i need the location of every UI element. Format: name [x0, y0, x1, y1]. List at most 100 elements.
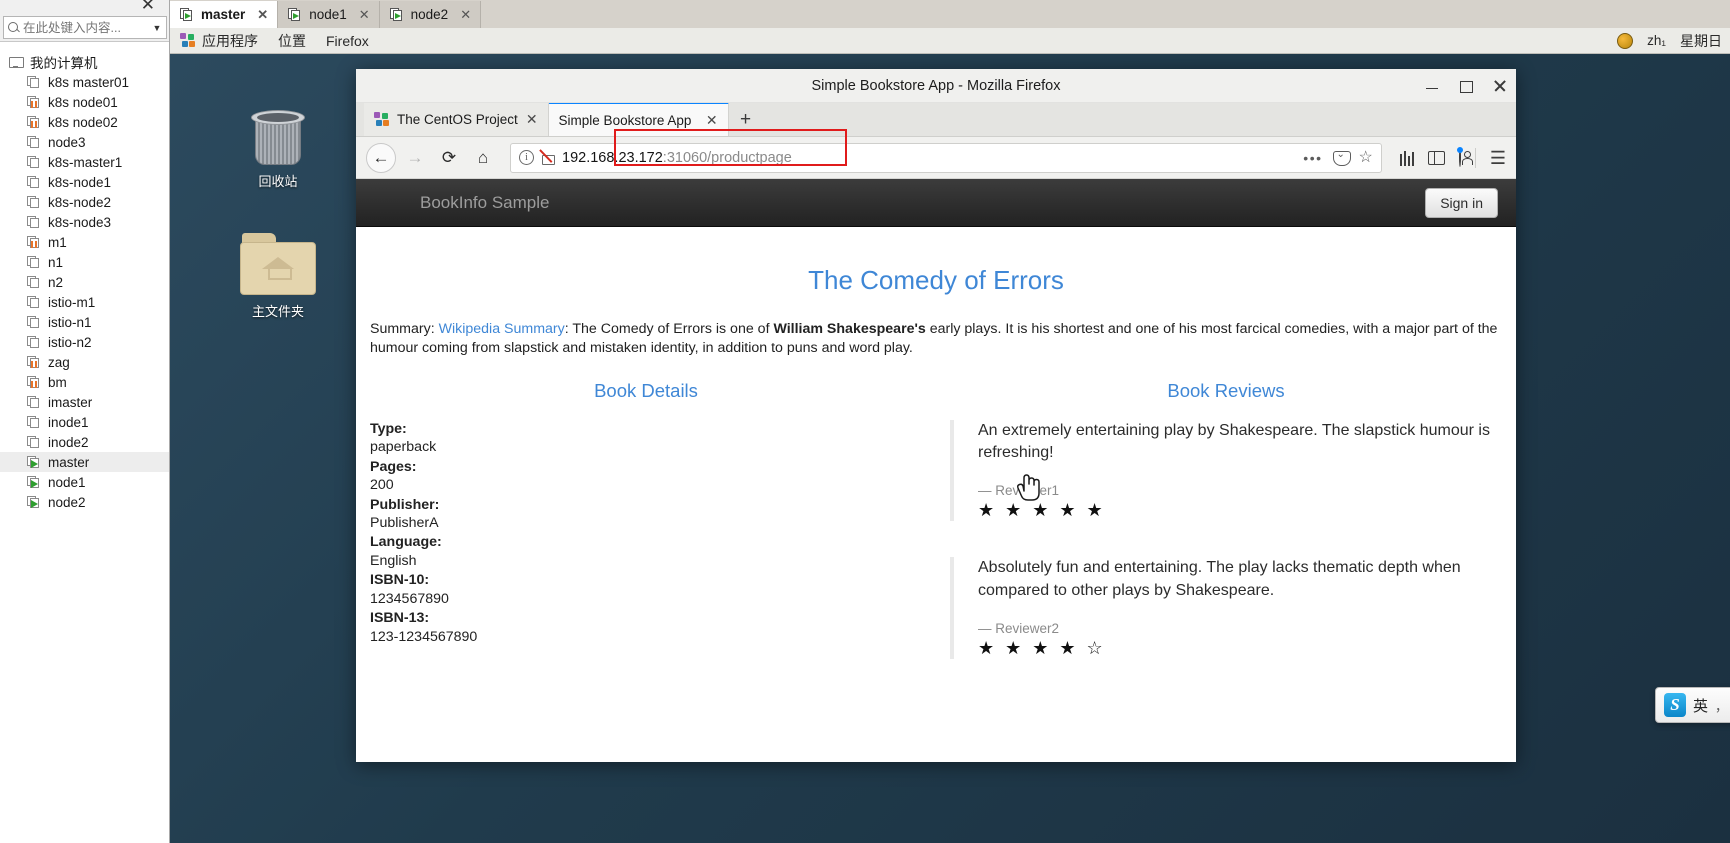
vm-tree-item-n2[interactable]: n2: [0, 272, 169, 292]
ime-mode-label[interactable]: 英: [1693, 695, 1708, 716]
vm-tree-item-node1[interactable]: node1: [0, 472, 169, 492]
vm-tree-item-imaster[interactable]: imaster: [0, 392, 169, 412]
reload-button[interactable]: ⟳: [434, 143, 464, 173]
vm-tree-item-k8s-master1[interactable]: k8s-master1: [0, 152, 169, 172]
trash-icon: [218, 99, 338, 165]
browser-tab-2[interactable]: Simple Bookstore App ✕: [548, 102, 729, 136]
vm-tree-item-k8s-node3[interactable]: k8s-node3: [0, 212, 169, 232]
vm-tree-item-我的计算机[interactable]: 我的计算机: [0, 52, 169, 72]
desktop-icon-trash[interactable]: 回收站: [218, 99, 338, 190]
library-icon[interactable]: [1399, 150, 1414, 166]
window-controls: [1424, 69, 1508, 103]
vm-tree-item-istio-m1[interactable]: istio-m1: [0, 292, 169, 312]
vm-tree-item-node3[interactable]: node3: [0, 132, 169, 152]
search-input[interactable]: [21, 19, 150, 36]
book-reviews-column: Book Reviews An extremely entertaining p…: [936, 380, 1516, 695]
bookmark-star-icon[interactable]: ☆: [1359, 149, 1373, 166]
close-icon[interactable]: ✕: [706, 112, 718, 129]
close-icon[interactable]: ✕: [526, 111, 538, 128]
vm-icon: [26, 215, 43, 230]
ime-punctuation-label[interactable]: ，: [1715, 696, 1728, 715]
vm-icon: [26, 195, 43, 210]
account-notification-dot: [1456, 146, 1463, 153]
review-text: An extremely entertaining play by Shakes…: [978, 421, 1490, 462]
app-brand[interactable]: BookInfo Sample: [420, 193, 549, 213]
vm-tree-item-istio-n2[interactable]: istio-n2: [0, 332, 169, 352]
review-author: — Reviewer2: [978, 620, 1060, 636]
vm-tree-item-label: master: [48, 454, 90, 470]
pause-badge-icon: [31, 240, 38, 248]
close-icon[interactable]: ✕: [353, 7, 370, 23]
monitor-icon: [8, 55, 25, 70]
summary-author: William Shakespeare's: [773, 321, 926, 337]
close-icon[interactable]: ✕: [454, 7, 471, 23]
vm-tree-item-zag[interactable]: zag: [0, 352, 169, 372]
menu-firefox[interactable]: Firefox: [316, 33, 379, 49]
menu-places[interactable]: 位置: [268, 31, 316, 51]
forward-button[interactable]: →: [400, 143, 430, 173]
vm-tree-item-k8s-node1[interactable]: k8s-node1: [0, 172, 169, 192]
close-icon[interactable]: [1492, 78, 1508, 94]
clock[interactable]: 星期日: [1680, 31, 1722, 51]
page-info-icon[interactable]: i: [519, 150, 534, 165]
vm-tree-item-k8s-master01[interactable]: k8s master01: [0, 72, 169, 92]
vm-tree: 我的计算机 k8s master01 k8s node01 k8s node02 nod…: [0, 42, 169, 512]
vm-tree-item-label: node1: [48, 474, 86, 490]
vm-tree-item-n1[interactable]: n1: [0, 252, 169, 272]
wikipedia-summary-link[interactable]: Wikipedia Summary: [439, 321, 565, 337]
library-search-box[interactable]: ▼: [3, 16, 167, 39]
maximize-icon[interactable]: [1458, 78, 1474, 94]
vm-tree-item-k8s-node02[interactable]: k8s node02: [0, 112, 169, 132]
vm-tree-item-label: k8s-node2: [48, 194, 112, 210]
vm-tab-node1[interactable]: node1 ✕: [278, 1, 380, 28]
home-button[interactable]: ⌂: [468, 143, 498, 173]
language-indicator[interactable]: zh₁: [1647, 33, 1666, 48]
vm-tree-item-m1[interactable]: m1: [0, 232, 169, 252]
address-bar[interactable]: i 192.168.23.172:31060/productpage ••• ☆: [510, 142, 1382, 173]
vm-icon: [26, 395, 43, 410]
vm-tree-item-label: bm: [48, 374, 67, 390]
hamburger-menu-icon[interactable]: ☰: [1490, 149, 1506, 167]
vm-tree-item-inode1[interactable]: inode1: [0, 412, 169, 432]
vm-tree-item-k8s-node01[interactable]: k8s node01: [0, 92, 169, 112]
vm-icon: [26, 355, 43, 370]
book-detail-label: Pages:: [370, 458, 417, 475]
vm-tree-item-bm[interactable]: bm: [0, 372, 169, 392]
book-details-list: Type: paperback Pages: 200 Publisher: Publish…: [370, 420, 922, 646]
page-actions-icon[interactable]: •••: [1303, 150, 1322, 166]
close-icon[interactable]: ✕: [251, 7, 268, 23]
desktop-icon-label: 主文件夹: [251, 304, 304, 319]
new-tab-button[interactable]: +: [729, 103, 763, 136]
close-icon[interactable]: ✕: [141, 0, 155, 14]
pause-badge-icon: [31, 120, 38, 128]
browser-tab-1[interactable]: The CentOS Project ✕: [364, 103, 549, 136]
review-item: An extremely entertaining play by Shakes…: [950, 419, 1502, 522]
vm-tree-item-label: 我的计算机: [30, 56, 98, 71]
vm-tree-item-inode2[interactable]: inode2: [0, 432, 169, 452]
vm-tab-node2[interactable]: node2 ✕: [379, 1, 482, 28]
vm-tree-item-istio-n1[interactable]: istio-n1: [0, 312, 169, 332]
menu-applications[interactable]: 应用程序: [170, 31, 268, 51]
vm-tree-item-label: node3: [48, 134, 86, 150]
minimize-icon[interactable]: [1424, 78, 1440, 94]
pocket-icon[interactable]: [1332, 149, 1351, 166]
vm-tab-master[interactable]: master ✕: [170, 1, 279, 28]
desktop-icon-home-folder[interactable]: 主文件夹: [218, 229, 338, 320]
back-button[interactable]: ←: [366, 142, 396, 173]
vm-tree-item-master[interactable]: master: [0, 452, 169, 472]
vm-tab-label: node1: [309, 7, 347, 22]
vm-tab-strip: master ✕ node1 ✕ node2 ✕: [170, 0, 1730, 28]
ime-floating-bar[interactable]: S 英 ，: [1655, 687, 1730, 723]
book-detail-label: Type:: [370, 420, 407, 437]
vm-icon: [26, 115, 43, 130]
sogou-logo-icon: S: [1664, 693, 1686, 717]
vm-tree-item-label: imaster: [48, 394, 93, 410]
chevron-down-icon[interactable]: ▼: [150, 23, 164, 33]
sign-in-button[interactable]: Sign in: [1425, 187, 1498, 218]
vm-tree-item-node2[interactable]: node2: [0, 492, 169, 512]
user-avatar-icon[interactable]: [1617, 32, 1634, 49]
vm-icon: [26, 475, 43, 490]
insecure-connection-icon[interactable]: [541, 150, 555, 165]
sidebar-icon[interactable]: [1427, 150, 1445, 165]
vm-tree-item-k8s-node2[interactable]: k8s-node2: [0, 192, 169, 212]
